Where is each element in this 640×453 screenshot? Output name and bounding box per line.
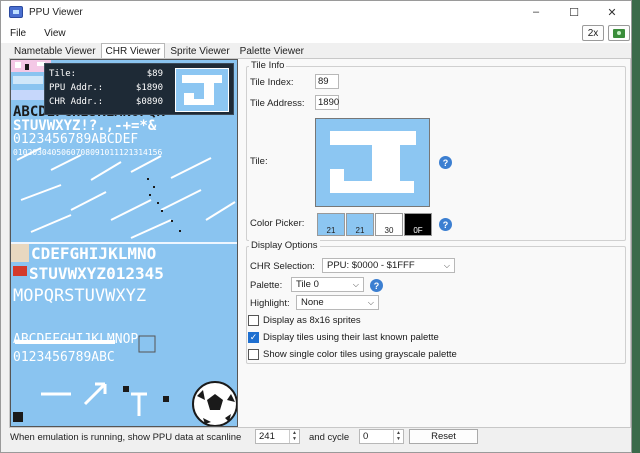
palette-dropdown[interactable]: Tile 0 ⌵ [291, 277, 364, 292]
tab-sprite-viewer[interactable]: Sprite Viewer [165, 43, 234, 59]
tab-palette-viewer[interactable]: Palette Viewer [235, 43, 309, 59]
color-picker-label: Color Picker: [250, 218, 305, 229]
cycle-label: and cycle [309, 432, 350, 443]
zoom-button[interactable]: 2x [582, 25, 604, 41]
chevron-down-icon: ⌵ [352, 280, 359, 289]
checkbox-box[interactable] [248, 315, 259, 326]
color-swatch-2[interactable]: 30 [375, 213, 403, 236]
spinner-arrows-icon[interactable]: ▲ ▼ [289, 430, 299, 443]
tooltip-ppu-addr-label: PPU Addr.: [49, 83, 104, 93]
chr-glyph-row: CDEFGHIJKLMNO [31, 244, 157, 263]
menu-bar: File View [1, 23, 631, 43]
cycle-spinbox[interactable]: 0 ▲ ▼ [359, 429, 404, 444]
highlight-value: None [301, 297, 324, 308]
window-controls: – ☐ ✕ [517, 1, 631, 23]
chr-glyph-row: ABCDEFGHIJKLMNOP [13, 332, 139, 347]
menu-file[interactable]: File [1, 28, 35, 39]
tooltip-ppu-addr-value: $1890 [135, 83, 163, 93]
tab-nametable-viewer[interactable]: Nametable Viewer [9, 43, 101, 59]
tile-preview-art [316, 119, 429, 206]
chr-glyph-row: 0123456789ABCDEF [13, 132, 139, 147]
reset-button[interactable]: Reset [409, 429, 478, 444]
minimize-button[interactable]: – [517, 1, 555, 23]
chr-selection-value: PPU: $0000 - $1FFF [327, 260, 415, 271]
tile-address-label: Tile Address: [250, 98, 305, 109]
close-button[interactable]: ✕ [593, 1, 631, 23]
tooltip-chr-addr-value: $0890 [135, 97, 163, 107]
tile-label: Tile: [250, 156, 268, 167]
swatch-label: 21 [326, 226, 336, 235]
chr-glyph-row: 0123456789ABC [13, 350, 115, 365]
checkbox-box-checked[interactable]: ✓ [248, 332, 259, 343]
checkbox-last-known-palette[interactable]: ✓ Display tiles using their last known p… [248, 332, 439, 343]
tile-preview[interactable] [315, 118, 430, 207]
checkbox-box[interactable] [248, 349, 259, 360]
tile-address-field[interactable]: 1890 [315, 95, 339, 110]
checkbox-label: Show single color tiles using grayscale … [263, 349, 457, 360]
palette-value: Tile 0 [296, 279, 319, 290]
highlight-dropdown[interactable]: None ⌵ [296, 295, 379, 310]
swatch-label: 30 [384, 226, 394, 235]
color-swatch-3[interactable]: 0F [404, 213, 432, 236]
title-bar: PPU Viewer – ☐ ✕ [1, 1, 631, 23]
spinner-arrows-icon[interactable]: ▲ ▼ [393, 430, 403, 443]
tooltip-tile-art [176, 69, 228, 111]
snapshot-button[interactable] [608, 25, 630, 41]
cycle-value: 0 [363, 431, 369, 442]
display-options-title: Display Options [249, 240, 320, 251]
tooltip-chr-addr-label: CHR Addr.: [49, 97, 104, 107]
tooltip-chr-row: CHR Addr.: $0890 [49, 97, 163, 107]
tooltip-tile-value: $89 [146, 69, 163, 79]
chevron-down-icon: ⌵ [443, 261, 450, 270]
tooltip-tile-label: Tile: [49, 69, 77, 79]
chr-selection-dropdown[interactable]: PPU: $0000 - $1FFF ⌵ [322, 258, 455, 273]
swatch-label: 0F [413, 226, 423, 235]
window-title: PPU Viewer [29, 6, 83, 18]
tooltip-tile-row: Tile: $89 [49, 69, 163, 79]
tooltip-ppu-row: PPU Addr.: $1890 [49, 83, 163, 93]
ppu-viewer-app-icon [9, 6, 23, 18]
tile-info-group: Tile Info [246, 60, 626, 241]
checkbox-8x16-sprites[interactable]: Display as 8x16 sprites [248, 315, 361, 326]
chr-pattern-table-1[interactable]: CDEFGHIJKLMNO STUVWXYZ012345 MOPQRSTUVWX… [11, 244, 237, 426]
tile-info-title: Tile Info [249, 60, 287, 71]
maximize-button[interactable]: ☐ [555, 1, 593, 23]
camera-icon [613, 28, 625, 38]
tooltip-tile-preview [175, 68, 229, 112]
menu-view[interactable]: View [35, 28, 75, 39]
chr-glyph-row: 0102030405060708091011121314156 [13, 148, 163, 157]
highlight-label: Highlight: [250, 298, 290, 309]
swatch-label: 21 [355, 226, 365, 235]
chr-glyph-row: STUVWXYZ012345 [29, 264, 164, 283]
palette-help-icon[interactable]: ? [370, 279, 383, 292]
scanline-spinbox[interactable]: 241 ▲ ▼ [255, 429, 300, 444]
checkbox-label: Display tiles using their last known pal… [263, 332, 439, 343]
scanline-label: When emulation is running, show PPU data… [10, 432, 242, 443]
checkbox-label: Display as 8x16 sprites [263, 315, 361, 326]
checkbox-grayscale-palette[interactable]: Show single color tiles using grayscale … [248, 349, 457, 360]
chr-selection-label: CHR Selection: [250, 261, 315, 272]
tile-index-field[interactable]: 89 [315, 74, 339, 89]
palette-label: Palette: [250, 280, 283, 291]
chevron-down-icon: ⌵ [367, 298, 374, 307]
tile-index-label: Tile Index: [250, 77, 294, 88]
color-swatch-1[interactable]: 21 [346, 213, 374, 236]
tile-tooltip: Tile: $89 PPU Addr.: $1890 CHR Addr.: $0… [44, 63, 234, 115]
color-picker-help-icon[interactable]: ? [439, 218, 452, 231]
viewer-tabs: Nametable Viewer CHR Viewer Sprite Viewe… [9, 43, 309, 60]
chr-glyph-row: MOPQRSTUVWXYZ [13, 286, 147, 306]
scanline-value: 241 [259, 431, 275, 442]
tile-help-icon[interactable]: ? [439, 156, 452, 169]
color-swatch-0[interactable]: 21 [317, 213, 345, 236]
